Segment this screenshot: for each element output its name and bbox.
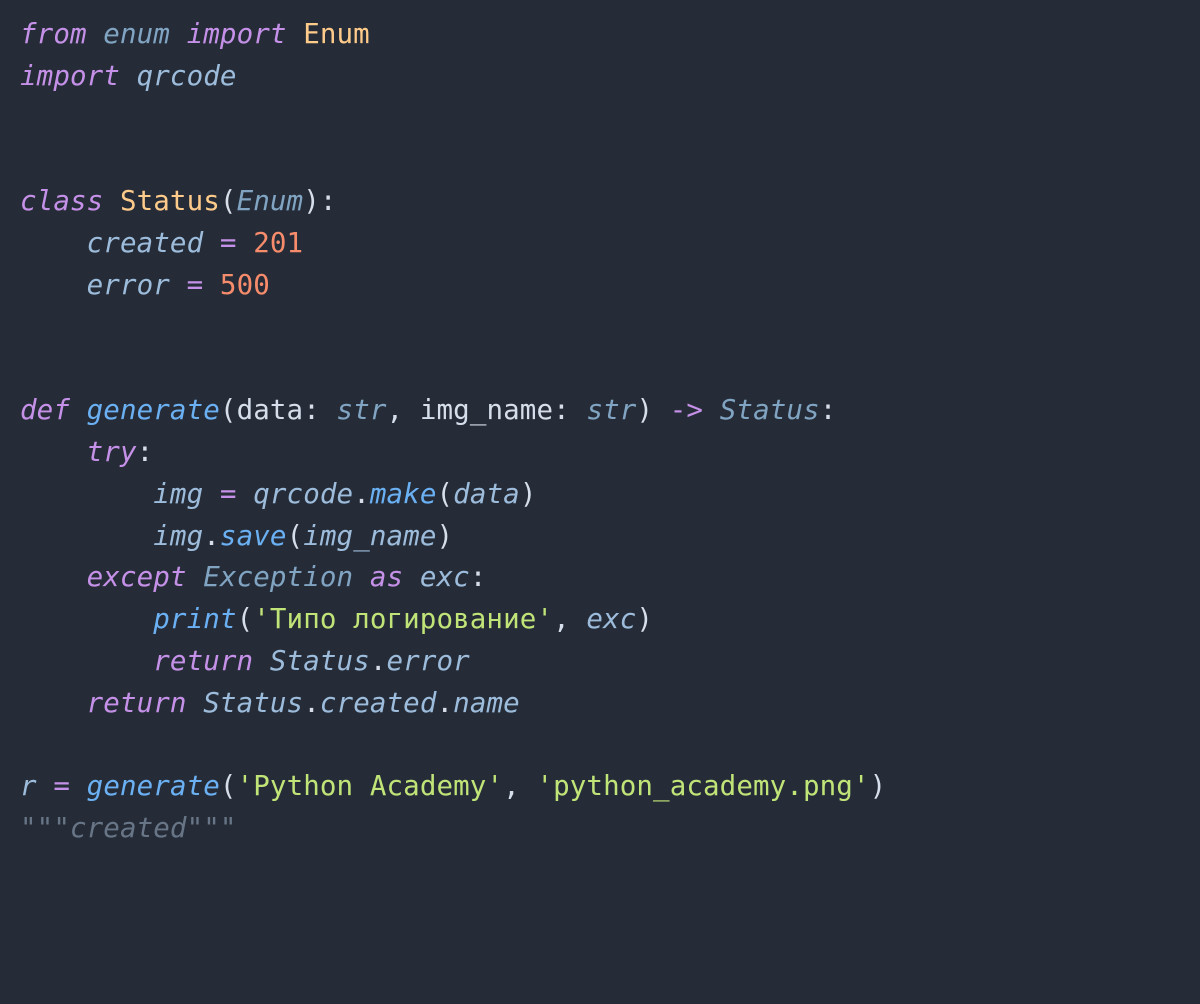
code-token: exc [586,603,636,635]
code-token: . [203,520,220,552]
code-token: , [553,603,586,635]
code-token: 500 [220,269,270,301]
code-token: ( [220,770,237,802]
code-token: try [87,436,137,468]
code-token: ( [220,185,237,217]
code-token: ): [303,185,336,217]
code-token: save [220,520,287,552]
code-token: r [20,770,53,802]
code-token: 'Типо логирование' [253,603,553,635]
code-token: = [53,770,86,802]
code-token: return [153,645,270,677]
code-token: : [303,394,336,426]
code-token: ) [437,520,454,552]
code-token: error [387,645,470,677]
code-token: , [387,394,420,426]
code-token: qrcode [253,478,353,510]
code-content: from enum import Enum import qrcode clas… [20,18,886,844]
code-token: ) [520,478,537,510]
code-token: 'python_academy.png' [536,770,869,802]
code-token: qrcode [137,60,237,92]
code-token [20,520,153,552]
code-token: ( [237,603,254,635]
code-token: enum [103,18,186,50]
code-token [20,645,153,677]
code-token: ) [636,603,653,635]
code-token: data [237,394,304,426]
code-token: Status [720,394,820,426]
code-token: ( [287,520,304,552]
code-token: . [303,687,320,719]
code-token: from [20,18,103,50]
code-token: class [20,185,120,217]
code-token: ) [870,770,887,802]
code-token [20,603,153,635]
code-token: created [320,687,437,719]
code-token: ( [437,478,454,510]
code-token: error [87,269,187,301]
code-token [20,436,87,468]
code-token: : [553,394,586,426]
code-token: ( [220,394,237,426]
code-token: Enum [303,18,370,50]
code-token: generate [87,770,220,802]
code-token: as [370,561,420,593]
code-token: : [137,436,154,468]
code-token: 201 [253,227,303,259]
code-token [20,269,87,301]
code-token: Enum [237,185,304,217]
code-token [20,227,87,259]
code-token: 'Python Academy' [237,770,504,802]
code-token: Status [203,687,303,719]
code-token: : [470,561,487,593]
code-token: Status [120,185,220,217]
code-token: img_name [420,394,553,426]
code-token: make [370,478,437,510]
code-token: -> [670,394,720,426]
code-token: def [20,394,87,426]
code-token: . [436,687,453,719]
code-token: import [187,18,304,50]
code-token: . [353,478,370,510]
code-block: from enum import Enum import qrcode clas… [0,0,1200,870]
code-token: import [20,60,137,92]
code-token: return [87,687,204,719]
code-token [20,561,87,593]
code-token: name [453,687,520,719]
code-token: img [153,520,203,552]
code-token: = [220,478,253,510]
code-token: ) [636,394,669,426]
code-token: Exception [203,561,370,593]
code-token: : [820,394,837,426]
code-token: Status [270,645,370,677]
code-token: img_name [303,520,436,552]
code-token: str [586,394,636,426]
code-token: = [187,269,220,301]
code-token: created [87,227,220,259]
code-token: img [153,478,220,510]
code-token: exc [420,561,470,593]
code-token: str [337,394,387,426]
code-token: . [370,645,387,677]
code-token: , [503,770,536,802]
code-token [20,687,87,719]
code-token: data [453,478,520,510]
code-token [20,478,153,510]
code-token: generate [87,394,220,426]
code-token: except [87,561,204,593]
code-token: = [220,227,253,259]
code-token: print [153,603,236,635]
code-token: """created""" [20,812,237,844]
